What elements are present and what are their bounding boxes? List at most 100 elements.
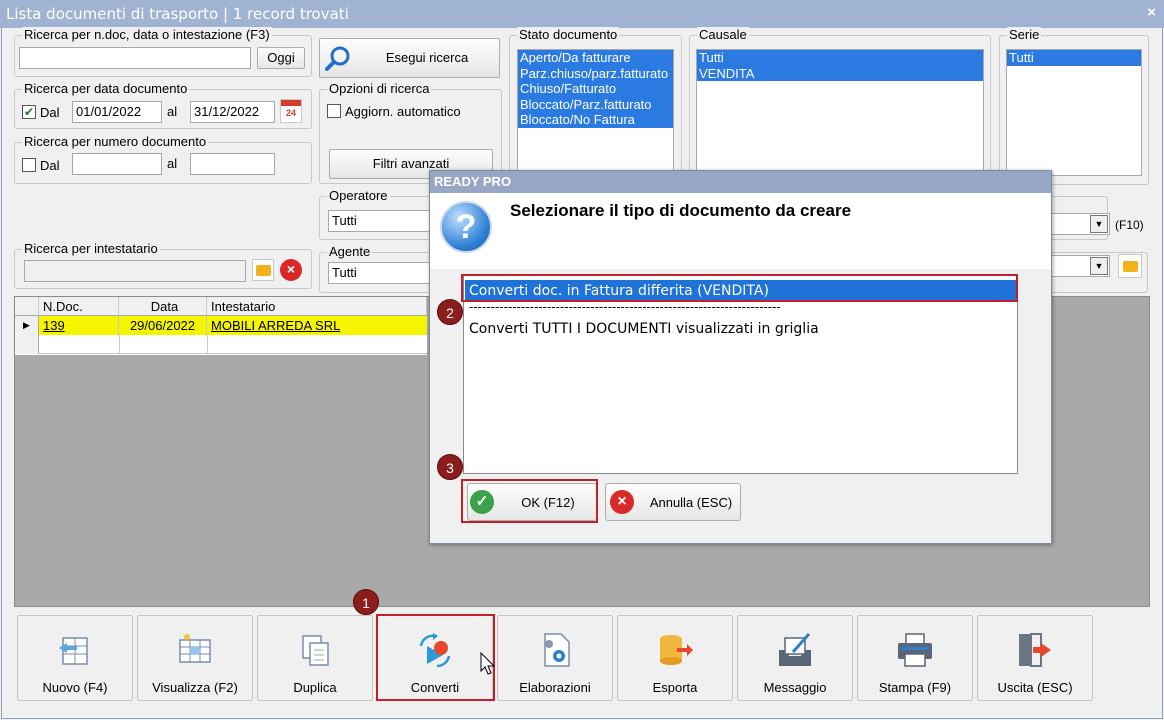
printer-icon xyxy=(898,633,932,667)
dialog-heading: Selezionare il tipo di documento da crea… xyxy=(510,201,852,220)
grid-body: N.Doc. Data Intestatario ▶ 139 29/06/202… xyxy=(15,297,427,355)
grid-divider xyxy=(207,335,208,354)
process-document-icon xyxy=(544,633,570,667)
folder-icon[interactable] xyxy=(252,259,274,281)
stato-item[interactable]: Aperto/Da fatturare xyxy=(518,50,673,66)
causale-list[interactable]: Tutti VENDITA xyxy=(696,49,984,176)
view-grid-icon xyxy=(179,634,211,663)
annotation-box-ok xyxy=(461,479,598,523)
general-search-input[interactable] xyxy=(19,47,251,69)
stato-item[interactable]: Parz.chiuso/parz.fatturato xyxy=(518,65,673,81)
grid-corner xyxy=(15,297,39,316)
number-al-label: al xyxy=(167,156,178,171)
nuovo-button[interactable]: Nuovo (F4) xyxy=(17,615,133,701)
duplica-label: Duplica xyxy=(293,680,337,695)
number-search-label: Ricerca per numero documento xyxy=(22,134,209,149)
date-dal-label: Dal xyxy=(40,105,60,120)
date-to-input[interactable]: 31/12/2022 xyxy=(190,101,275,123)
cell-ndoc[interactable]: 139 xyxy=(39,316,119,335)
option-separator: ----------------------------------------… xyxy=(469,302,781,314)
today-button[interactable]: Oggi xyxy=(257,47,305,69)
table-row-empty xyxy=(15,335,427,354)
annotation-badge-2: 2 xyxy=(437,299,463,325)
nuovo-label: Nuovo (F4) xyxy=(42,680,108,695)
holder-input[interactable] xyxy=(24,260,246,282)
close-icon[interactable]: × xyxy=(1147,5,1156,21)
grid-header-ndoc[interactable]: N.Doc. xyxy=(39,297,119,316)
serie-label: Serie xyxy=(1007,27,1042,42)
visualizza-button[interactable]: Visualizza (F2) xyxy=(137,615,253,701)
annotation-badge-3: 3 xyxy=(437,454,463,480)
stato-item[interactable]: Bloccato/Parz.fatturato xyxy=(518,96,673,112)
window-title: Lista documenti di trasporto | 1 record … xyxy=(0,0,1164,28)
operator-label: Operatore xyxy=(327,188,390,203)
cell-data[interactable]: 29/06/2022 xyxy=(119,316,207,335)
holder-search-label: Ricerca per intestatario xyxy=(22,241,160,256)
operator-select[interactable]: Tutti xyxy=(328,210,433,232)
duplicate-icon xyxy=(302,635,329,666)
stato-item[interactable]: Bloccato/No Fattura xyxy=(518,112,673,128)
table-row[interactable]: ▶ 139 29/06/2022 MOBILI ARREDA SRL xyxy=(15,316,427,335)
number-to-input[interactable] xyxy=(190,153,275,175)
duplica-button[interactable]: Duplica xyxy=(257,615,373,701)
serie-item[interactable]: Tutti xyxy=(1007,50,1141,66)
grid-divider xyxy=(119,335,120,354)
annotation-box-option xyxy=(461,274,1018,302)
date-from-input[interactable]: 01/01/2022 xyxy=(72,101,162,123)
cancel-icon: × xyxy=(610,490,634,514)
exit-door-icon xyxy=(1019,633,1051,667)
messaggio-button[interactable]: Messaggio xyxy=(737,615,853,701)
visualizza-label: Visualizza (F2) xyxy=(152,680,238,695)
execute-search-button[interactable]: Esegui ricerca xyxy=(319,38,500,78)
serie-list[interactable]: Tutti xyxy=(1006,49,1142,176)
message-icon xyxy=(779,633,811,666)
elaborazioni-label: Elaborazioni xyxy=(519,680,591,695)
folder-icon[interactable] xyxy=(1118,254,1142,278)
cancel-label: Annulla (ESC) xyxy=(649,495,733,510)
export-database-icon xyxy=(660,635,693,665)
mouse-cursor-icon xyxy=(480,652,496,675)
date-search-label: Ricerca per data documento xyxy=(22,81,190,96)
auto-refresh-checkbox[interactable] xyxy=(327,104,341,118)
stato-item[interactable]: Chiuso/Fatturato xyxy=(518,81,673,97)
dialog-header: ? Selezionare il tipo di documento da cr… xyxy=(430,193,1051,269)
chevron-down-icon[interactable]: ▼ xyxy=(1090,215,1108,233)
cancel-button[interactable]: × Annulla (ESC) xyxy=(605,483,741,521)
auto-refresh-label: Aggiorn. automatico xyxy=(345,104,461,119)
annotation-badge-1: 1 xyxy=(353,589,379,615)
chevron-down-icon[interactable]: ▼ xyxy=(1090,257,1108,275)
grid-header-data[interactable]: Data xyxy=(119,297,207,316)
date-dal-checkbox[interactable]: ✔ xyxy=(22,105,36,119)
agent-label: Agente xyxy=(327,244,373,259)
esporta-button[interactable]: Esporta xyxy=(617,615,733,701)
stampa-label: Stampa (F9) xyxy=(878,680,952,695)
row-header xyxy=(15,335,39,354)
number-dal-checkbox[interactable] xyxy=(22,158,36,172)
magnifier-icon xyxy=(325,46,350,71)
general-search-label: Ricerca per n.doc, data o intestazione (… xyxy=(22,27,272,42)
causale-label: Causale xyxy=(697,27,749,42)
calendar-icon[interactable]: 24 xyxy=(280,99,302,123)
dialog-title: READY PRO xyxy=(430,171,1051,193)
cell-intestatario[interactable]: MOBILI ARREDA SRL xyxy=(207,316,427,335)
uscita-button[interactable]: Uscita (ESC) xyxy=(977,615,1093,701)
agent-select[interactable]: Tutti xyxy=(328,262,433,284)
elaborazioni-button[interactable]: Elaborazioni xyxy=(497,615,613,701)
option-converti-tutti[interactable]: Converti TUTTI I DOCUMENTI visualizzati … xyxy=(469,321,819,337)
causale-item[interactable]: Tutti xyxy=(697,50,983,66)
number-from-input[interactable] xyxy=(72,153,162,175)
grid-header-intestatario[interactable]: Intestatario xyxy=(207,297,427,316)
esporta-label: Esporta xyxy=(652,680,698,695)
stampa-button[interactable]: Stampa (F9) xyxy=(857,615,973,701)
row-pointer-icon: ▶ xyxy=(15,316,39,335)
search-options-label: Opzioni di ricerca xyxy=(327,81,432,96)
convert-options-list[interactable]: Converti doc. in Fattura differita (VEND… xyxy=(463,274,1018,474)
question-icon: ? xyxy=(440,201,492,253)
uscita-label: Uscita (ESC) xyxy=(997,680,1073,695)
annotation-box-converti xyxy=(376,614,495,701)
date-al-label: al xyxy=(167,104,178,119)
execute-search-label: Esegui ricerca xyxy=(385,50,469,65)
stato-list[interactable]: Aperto/Da fatturare Parz.chiuso/parz.fat… xyxy=(517,49,674,176)
clear-icon[interactable]: × xyxy=(280,259,302,281)
causale-item[interactable]: VENDITA xyxy=(697,65,983,81)
